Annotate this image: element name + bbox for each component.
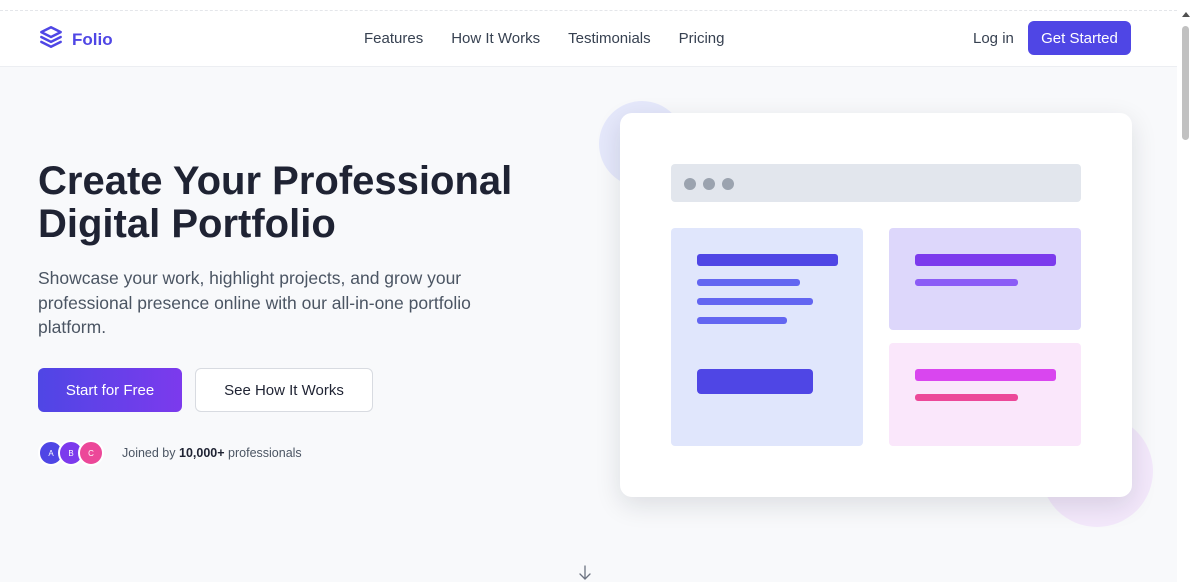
mockup-side-panel-top [889,228,1081,330]
social-proof-text: Joined by 10,000+ professionals [122,446,302,460]
layers-icon [38,24,64,55]
hero-title-line-1: Create Your Professional [38,159,513,203]
page-scrollbar[interactable] [1177,0,1195,582]
arrow-down-icon[interactable] [577,565,593,581]
scrollbar-thumb[interactable] [1182,26,1189,140]
nav-link-how-it-works[interactable]: How It Works [451,30,540,47]
portfolio-mockup-illustration [620,113,1132,497]
nav-link-pricing[interactable]: Pricing [679,30,725,47]
hero-title: Create Your Professional Digital Portfol… [38,160,598,246]
avatar: C [78,440,104,466]
logo-text: Folio [72,29,113,49]
placeholder-line [915,254,1056,266]
site-header: Folio Features How It Works Testimonials… [0,0,1177,67]
logo[interactable]: Folio [38,24,113,55]
window-dot-icon [703,178,715,190]
placeholder-line [697,254,838,266]
hero-subtitle-line-1: Showcase your work, highlight projects, … [38,268,462,288]
hero-title-line-2: Digital Portfolio [38,202,336,246]
placeholder-line [915,369,1056,381]
see-how-it-works-button[interactable]: See How It Works [195,368,373,412]
joined-prefix: Joined by [122,446,176,460]
mockup-browser-bar [671,164,1081,202]
hero-subtitle-line-3: platform. [38,317,107,337]
login-link[interactable]: Log in [973,30,1014,47]
placeholder-line [697,317,787,324]
placeholder-line [697,298,813,305]
placeholder-button [697,369,813,394]
mockup-side-panel-bottom [889,343,1081,446]
joined-count: 10,000+ [179,446,225,460]
avatar-group: A B C [38,440,104,466]
main-nav: Features How It Works Testimonials Prici… [364,30,725,47]
nav-link-features[interactable]: Features [364,30,423,47]
placeholder-line [915,394,1018,401]
joined-suffix: professionals [228,446,302,460]
mockup-main-panel [671,228,863,446]
hero-subtitle: Showcase your work, highlight projects, … [38,266,538,340]
placeholder-line [697,279,800,286]
nav-link-testimonials[interactable]: Testimonials [568,30,651,47]
hero-subtitle-line-2: professional presence online with our al… [38,292,471,313]
start-for-free-button[interactable]: Start for Free [38,368,182,412]
placeholder-line [915,279,1018,286]
get-started-button[interactable]: Get Started [1028,21,1131,55]
scroll-up-arrow-icon[interactable] [1182,12,1190,17]
window-dot-icon [684,178,696,190]
window-dot-icon [722,178,734,190]
